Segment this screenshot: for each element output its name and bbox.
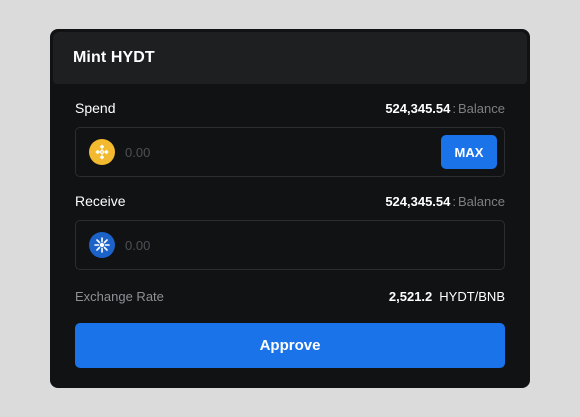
- card-title: Mint HYDT: [73, 49, 155, 66]
- bnb-token-icon: [89, 139, 115, 165]
- exchange-rate-value: 2,521.2: [388, 288, 433, 304]
- card-header: Mint HYDT: [53, 32, 527, 84]
- exchange-rate-row: Exchange Rate 2,521.2 HYDT/BNB: [75, 286, 505, 306]
- spend-input-box: MAX: [75, 127, 505, 177]
- exchange-rate-pair: HYDT/BNB: [439, 288, 505, 304]
- spend-balance-value: 524,345.54: [385, 100, 451, 116]
- spend-balance-separator: :: [452, 100, 457, 116]
- receive-label: Receive: [75, 193, 126, 209]
- page-frame: Mint HYDT Spend 524,345.54 : Balance 0.0…: [0, 0, 580, 417]
- receive-balance: 524,345.54 : Balance: [385, 194, 505, 209]
- mint-card: Mint HYDT Spend 524,345.54 : Balance 0.0…: [50, 29, 530, 388]
- hydt-token-icon: [89, 232, 115, 258]
- spend-amount-input[interactable]: [125, 137, 441, 167]
- spend-label: Spend: [75, 100, 116, 116]
- receive-input-box: [75, 220, 505, 270]
- receive-amount-input[interactable]: [125, 230, 497, 260]
- spend-row: Spend 524,345.54 : Balance: [75, 98, 505, 118]
- receive-balance-separator: :: [452, 193, 457, 209]
- exchange-rate-label: Exchange Rate: [75, 288, 164, 304]
- approve-button[interactable]: Approve: [75, 323, 505, 368]
- receive-balance-value: 524,345.54: [385, 193, 451, 209]
- exchange-rate-value-group: 2,521.2 HYDT/BNB: [389, 289, 505, 304]
- spend-balance-label: Balance: [458, 100, 505, 116]
- spend-balance: 524,345.54 : Balance: [385, 101, 505, 116]
- receive-row: Receive 524,345.54 : Balance: [75, 191, 505, 211]
- receive-balance-label: Balance: [458, 193, 505, 209]
- max-button[interactable]: MAX: [441, 135, 497, 169]
